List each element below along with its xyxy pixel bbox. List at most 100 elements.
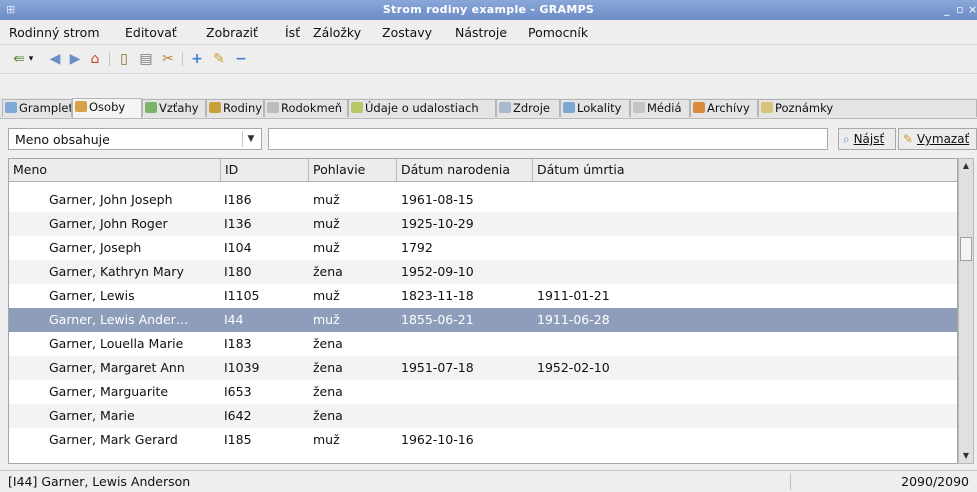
cell-birth-date: 1792	[401, 240, 433, 255]
clipboard-icon[interactable]: ▯	[115, 51, 133, 67]
cell-id: I44	[224, 312, 244, 327]
maximize-icon[interactable]: ▫	[956, 3, 963, 16]
notes-icon[interactable]: ▤	[137, 51, 155, 67]
tab-label: Osoby	[89, 100, 126, 114]
tools-icon[interactable]: ✂	[159, 51, 177, 67]
table-row[interactable]: Garner, Joseph I104 muž 1792	[9, 236, 957, 260]
table-row[interactable]: Garner, Louella Marie I183 žena	[9, 332, 957, 356]
cell-id: I185	[224, 432, 252, 447]
clear-icon: ✎	[903, 132, 914, 146]
scroll-down-icon[interactable]: ▼	[959, 449, 973, 463]
places-icon	[563, 102, 575, 113]
relationships-icon	[145, 102, 157, 113]
menu-tools[interactable]: Nástroje	[455, 25, 507, 40]
notes-tab-icon	[761, 102, 773, 113]
table-row[interactable]: Garner, Mark Gerard I185 muž 1962-10-16	[9, 428, 957, 452]
cell-name: Garner, Margaret Ann	[49, 360, 185, 375]
table-row[interactable]: Garner, Marie I642 žena	[9, 404, 957, 428]
menu-reports[interactable]: Zostavy	[382, 25, 432, 40]
menu-family-tree[interactable]: Rodinný strom	[9, 25, 100, 40]
menu-edit[interactable]: Editovať	[125, 25, 177, 40]
tab-repositories[interactable]: Archívy	[690, 99, 758, 117]
tab-sources[interactable]: Zdroje	[496, 99, 560, 117]
window-title: Strom rodiny example - GRAMPS	[382, 3, 595, 16]
tab-label: Poznámky	[775, 101, 834, 115]
chevron-down-icon[interactable]: ▼	[242, 131, 259, 147]
column-gender[interactable]: Pohlavie	[309, 159, 397, 181]
column-birth-date[interactable]: Dátum narodenia	[397, 159, 533, 181]
column-id[interactable]: ID	[221, 159, 309, 181]
sources-icon	[499, 102, 511, 113]
filter-field-select[interactable]: Meno obsahuje ▼	[8, 128, 262, 150]
cell-id: I180	[224, 264, 252, 279]
minimize-icon[interactable]: _	[944, 3, 950, 16]
cell-gender: muž	[313, 192, 340, 207]
menu-view[interactable]: Zobraziť	[206, 25, 258, 40]
tab-gramplets[interactable]: Gramplety	[2, 99, 72, 117]
forward-arrow-icon[interactable]: ▶	[66, 51, 84, 67]
person-list[interactable]: Meno ID Pohlavie Dátum narodenia Dátum ú…	[8, 158, 958, 464]
back-arrow-icon[interactable]: ◀	[46, 51, 64, 67]
tab-notes[interactable]: Poznámky	[758, 99, 977, 117]
cell-birth-date: 1925-10-29	[401, 216, 474, 231]
tab-label: Lokality	[577, 101, 622, 115]
toolbar-separator	[109, 52, 110, 66]
tab-places[interactable]: Lokality	[560, 99, 630, 117]
edit-icon[interactable]: ✎	[210, 51, 228, 67]
tab-people[interactable]: Osoby	[72, 98, 142, 118]
home-icon[interactable]: ⌂	[86, 51, 104, 67]
remove-icon[interactable]: −	[232, 51, 250, 67]
tab-label: Rodokmeň	[281, 101, 343, 115]
cell-name: Garner, Louella Marie	[49, 336, 184, 351]
cell-id: I104	[224, 240, 252, 255]
cell-id: I183	[224, 336, 252, 351]
menu-bookmarks[interactable]: Záložky	[313, 25, 361, 40]
cell-birth-date: 1823-11-18	[401, 288, 474, 303]
cell-id: I1039	[224, 360, 260, 375]
scroll-up-icon[interactable]: ▲	[959, 159, 973, 173]
vertical-scrollbar[interactable]: ▲ ▼	[958, 158, 974, 464]
search-input[interactable]	[268, 128, 828, 150]
add-icon[interactable]: +	[188, 51, 206, 67]
table-row[interactable]: Garner, John Joseph I186 muž 1961-08-15	[9, 188, 957, 212]
menu-go[interactable]: Ísť	[285, 25, 300, 40]
events-icon	[351, 102, 363, 113]
table-row[interactable]: Garner, Lewis I1105 muž 1823-11-18 1911-01-2…	[9, 284, 957, 308]
find-button[interactable]: ⌕ Nájsť	[838, 128, 896, 150]
table-row[interactable]: Garner, Kathryn Mary I180 žena 1952-09-10	[9, 260, 957, 284]
cell-name: Garner, Kathryn Mary	[49, 264, 184, 279]
tab-pedigree[interactable]: Rodokmeň	[264, 99, 348, 117]
families-icon	[209, 102, 221, 113]
tab-media[interactable]: Médiá	[630, 99, 690, 117]
column-name[interactable]: Meno	[9, 159, 221, 181]
close-icon[interactable]: ×	[968, 3, 977, 16]
cell-name: Garner, Lewis	[49, 288, 135, 303]
status-count: 2090/2090	[901, 474, 969, 489]
table-row[interactable]: Garner, Margaret Ann I1039 žena 1951-07-18 1…	[9, 356, 957, 380]
cell-gender: žena	[313, 384, 343, 399]
status-selected-person: [I44] Garner, Lewis Anderson	[8, 474, 191, 489]
cell-gender: muž	[313, 432, 340, 447]
cell-death-date: 1952-02-10	[537, 360, 610, 375]
table-row[interactable]: Garner, Marguarite I653 žena	[9, 380, 957, 404]
gramplets-icon	[5, 102, 17, 113]
column-death-date[interactable]: Dátum úmrtia	[533, 159, 957, 181]
table-header: Meno ID Pohlavie Dátum narodenia Dátum ú…	[9, 159, 957, 182]
dropdown-arrow-icon[interactable]: ▾	[26, 51, 36, 67]
menubar: Rodinný strom Editovať Zobraziť Ísť Zálo…	[0, 20, 977, 45]
cell-name: Garner, John Joseph	[49, 192, 173, 207]
cell-birth-date: 1855-06-21	[401, 312, 474, 327]
tab-label: Vzťahy	[159, 101, 199, 115]
cell-gender: muž	[313, 312, 340, 327]
tab-relationships[interactable]: Vzťahy	[142, 99, 206, 117]
tab-families[interactable]: Rodiny	[206, 99, 264, 117]
window-titlebar[interactable]: ⊞ Strom rodiny example - GRAMPS _ ▫ ×	[0, 0, 977, 20]
menu-help[interactable]: Pomocník	[528, 25, 588, 40]
toolbar-separator	[182, 52, 183, 66]
table-row[interactable]: Garner, Lewis Ander… I44 muž 1855-06-21 1911…	[9, 308, 957, 332]
tab-label: Médiá	[647, 101, 682, 115]
clear-button[interactable]: ✎ Vymazať	[898, 128, 977, 150]
table-row[interactable]: Garner, John Roger I136 muž 1925-10-29	[9, 212, 957, 236]
scrollbar-thumb[interactable]	[960, 237, 972, 261]
tab-events[interactable]: Údaje o udalostiach	[348, 99, 496, 117]
